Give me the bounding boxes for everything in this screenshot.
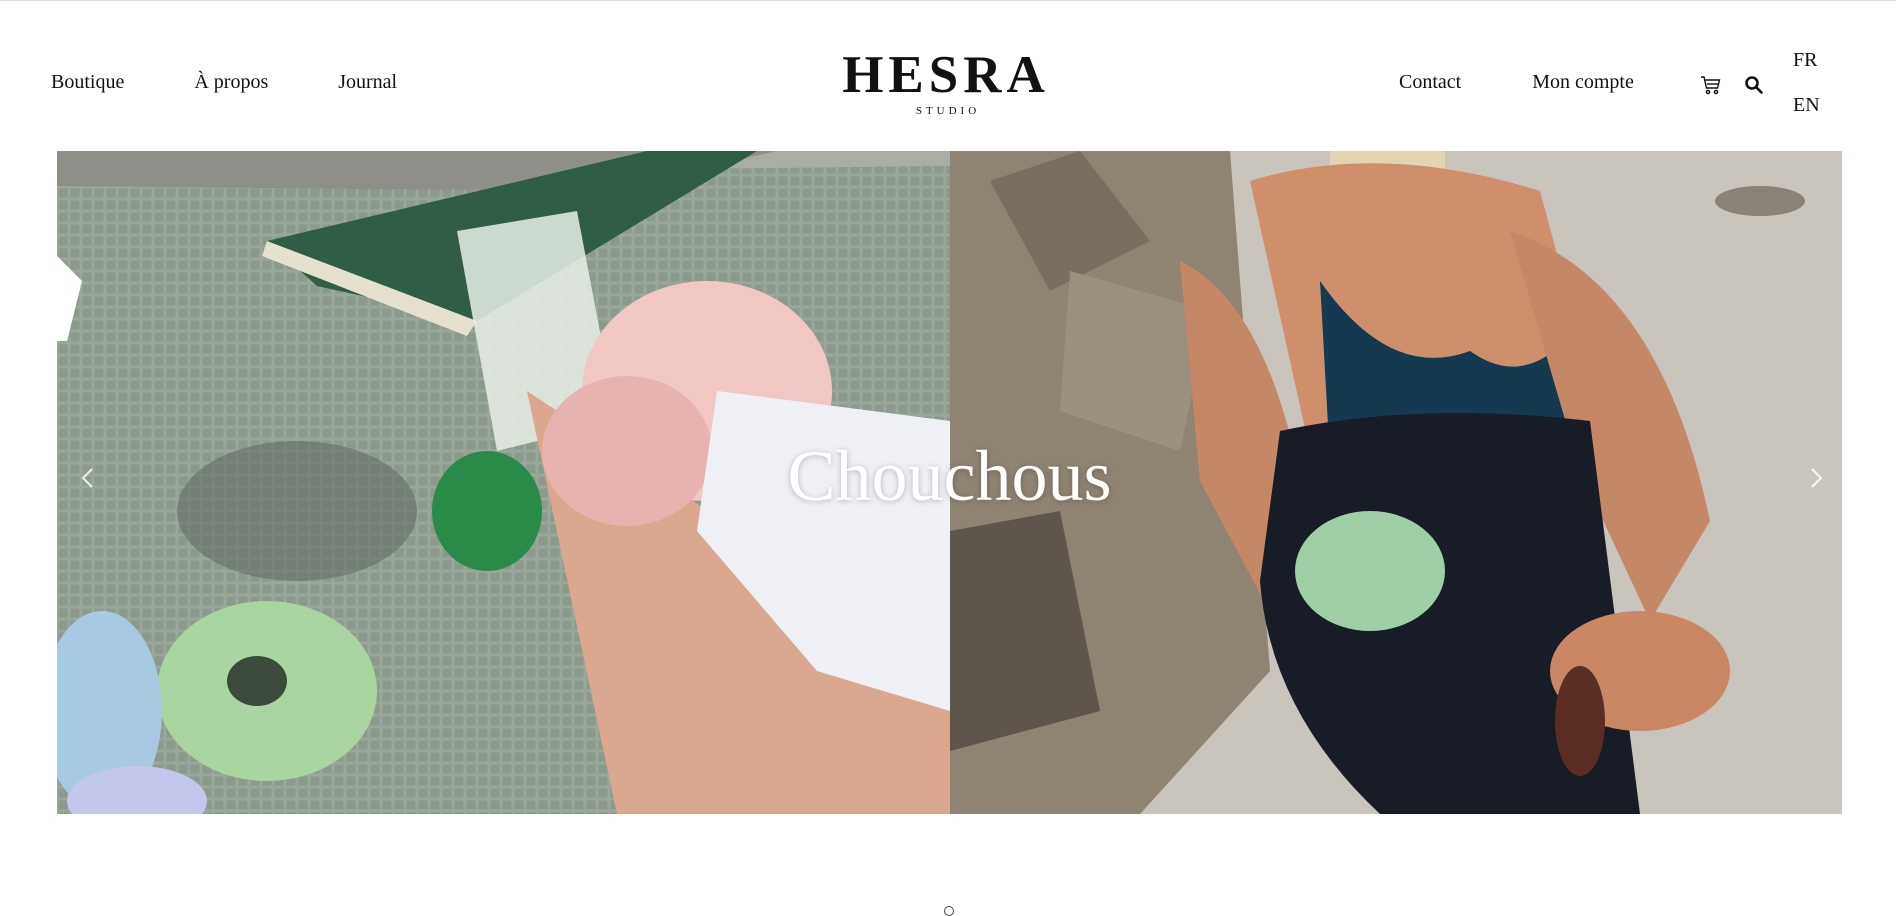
chevron-left-icon[interactable] <box>70 460 106 496</box>
site-logo[interactable]: HESRA STUDIO <box>840 46 1052 118</box>
slider-dot[interactable] <box>944 906 954 916</box>
lang-fr[interactable]: FR <box>1793 48 1817 72</box>
nav-boutique[interactable]: Boutique <box>51 70 124 94</box>
chevron-right-icon[interactable] <box>1798 460 1834 496</box>
search-icon[interactable] <box>1743 74 1765 96</box>
site-header: Boutique À propos Journal HESRA STUDIO C… <box>0 0 1896 150</box>
nav-journal[interactable]: Journal <box>338 70 397 94</box>
nav-contact[interactable]: Contact <box>1399 70 1461 94</box>
logo-title: HESRA <box>842 46 1050 104</box>
nav-a-propos[interactable]: À propos <box>194 70 268 94</box>
lang-en[interactable]: EN <box>1793 93 1820 117</box>
hero-title: Chouchous <box>787 436 1112 516</box>
logo-subtitle: STUDIO <box>915 105 981 117</box>
hero-slider: Chouchous <box>57 151 1842 814</box>
primary-nav: Boutique À propos Journal <box>51 70 397 94</box>
cart-icon[interactable] <box>1700 74 1722 96</box>
nav-mon-compte[interactable]: Mon compte <box>1532 70 1634 94</box>
secondary-nav: Contact Mon compte <box>1399 70 1634 94</box>
